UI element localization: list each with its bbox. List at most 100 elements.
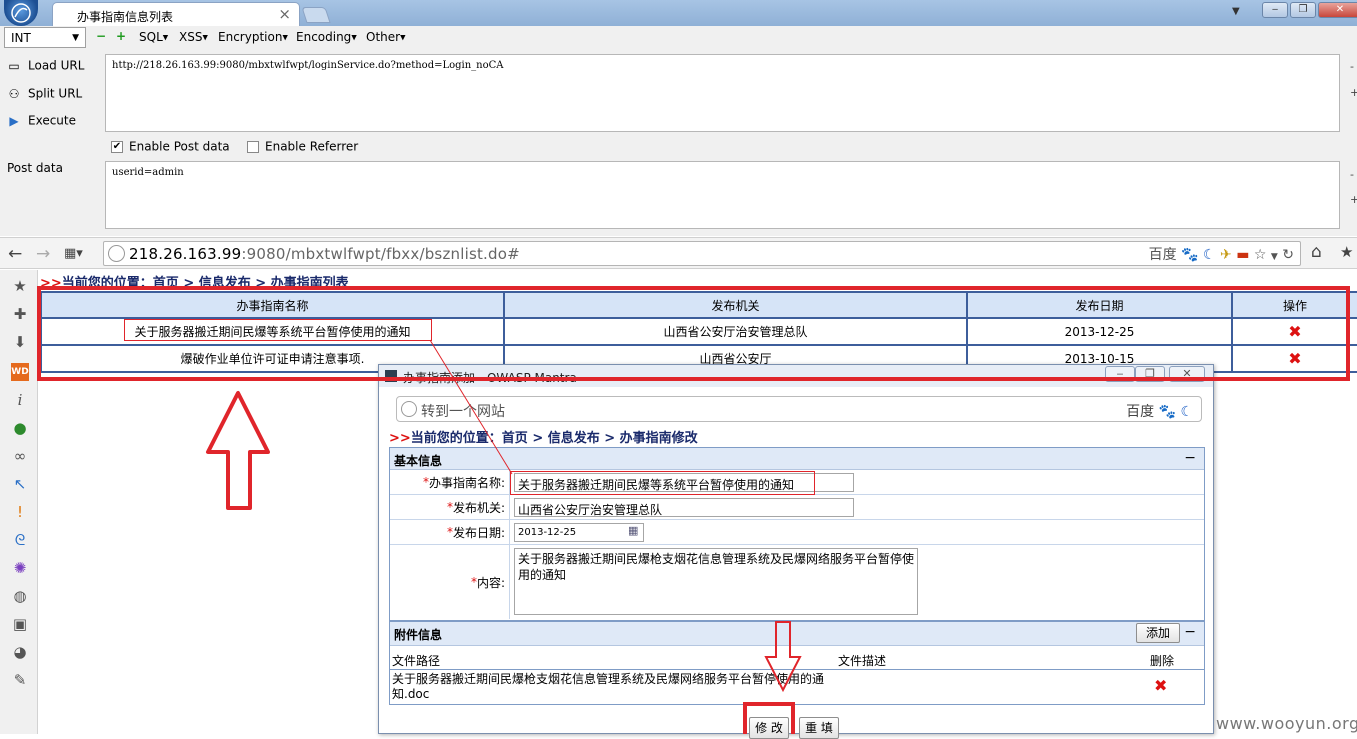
post-data-textarea[interactable]: userid=admin (105, 161, 1340, 229)
tab-list-chevron-icon[interactable]: ▼ (1232, 6, 1240, 17)
apps-grid-icon[interactable]: ▦▾ (64, 246, 83, 261)
attachment-header: 附件信息 添加 − (390, 622, 1204, 646)
star-icon[interactable]: ★ (11, 277, 29, 295)
menu-encryption[interactable]: Encryption▼ (218, 30, 288, 44)
tab-active[interactable]: 办事指南信息列表 × (52, 2, 300, 26)
enable-referrer-checkbox[interactable]: Enable Referrer (247, 139, 358, 154)
menu-sql[interactable]: SQL▼ (139, 30, 168, 44)
paw-icon[interactable]: 🐾 (1159, 404, 1176, 420)
content-textarea[interactable]: 关于服务器搬迁期间民爆枪支烟花信息管理系统及民爆网络服务平台暂停使用的通知 (514, 548, 918, 615)
popup-address-tools: 百度 🐾 ☾ (1126, 401, 1193, 421)
star-bookmark-icon[interactable]: ☆ (1254, 247, 1267, 263)
forward-arrow-icon[interactable]: → (36, 244, 50, 264)
load-url-icon: ▭ (8, 58, 20, 73)
url-side-handle[interactable]: - (1350, 60, 1354, 73)
new-tab-button[interactable] (301, 7, 331, 23)
globe-icon (108, 245, 125, 262)
bookmark-star-icon[interactable]: ★ (1340, 243, 1353, 261)
attachment-row: 关于服务器搬迁期间民爆枪支烟花信息管理系统及民爆网络服务平台暂停使用的通知.do… (390, 670, 1204, 704)
date-input[interactable]: 2013-12-25 (514, 523, 644, 542)
brush-icon[interactable]: ✎ (11, 671, 29, 689)
content-label-text: 内容: (476, 575, 505, 590)
plugin-icon[interactable]: ✈ (1220, 247, 1232, 263)
collapse-icon[interactable]: − (1184, 624, 1196, 640)
cursor-icon[interactable]: ↖ (11, 475, 29, 493)
basic-info-header: 基本信息 − (390, 448, 1204, 470)
mantra-logo-icon[interactable] (4, 0, 38, 26)
load-url-button[interactable]: ▭ Load URL (6, 58, 84, 73)
search-engine-label[interactable]: 百度 (1149, 247, 1177, 263)
firebug-icon[interactable]: ● (11, 419, 29, 437)
moon-icon[interactable]: ☾ (1180, 404, 1193, 420)
browser-titlebar: 办事指南信息列表 × ▼ ‒ ❐ ✕ (0, 0, 1357, 26)
execute-label: Execute (28, 113, 76, 128)
execute-icon: ▶ (9, 113, 19, 128)
menu-xss[interactable]: XSS▼ (179, 30, 208, 44)
add-attachment-button[interactable]: 添加 (1136, 623, 1180, 643)
basic-info-title: 基本信息 (394, 454, 443, 468)
close-window-button[interactable]: ✕ (1318, 2, 1357, 18)
warning-icon[interactable]: ! (11, 503, 29, 521)
globe-icon (401, 401, 417, 417)
split-url-label: Split URL (28, 86, 83, 101)
reset-button[interactable]: 重 填 (799, 717, 839, 739)
extension-sidebar: ★ ✚ ⬇ WD i ● ∞ ↖ ! ᘓ ✺ ◍ ▣ ◕ ✎ (0, 270, 38, 734)
collapse-icon[interactable]: − (1184, 450, 1196, 466)
highlight-submit-box (743, 702, 795, 734)
org-label: * 发布机关: (390, 495, 510, 519)
post-side-handle-plus[interactable]: + (1350, 193, 1357, 206)
minimize-button[interactable]: ‒ (1262, 2, 1288, 18)
puzzle-icon[interactable]: ✚ (11, 305, 29, 323)
execute-button[interactable]: ▶ Execute (6, 113, 76, 128)
home-icon[interactable]: ⌂ (1311, 242, 1322, 262)
globe-icon[interactable]: ◕ (11, 643, 29, 661)
info-icon[interactable]: i (11, 391, 29, 409)
name-label: * 办事指南名称: (390, 470, 510, 494)
breadcrumb-prefix: >> (389, 431, 411, 446)
chevron-down-icon[interactable]: ▼ (1271, 252, 1278, 262)
url-path: :9080/mbxtwlfwpt/fbxx/bsznlist.do# (241, 245, 520, 263)
menu-other[interactable]: Other▼ (366, 30, 405, 44)
moon-icon[interactable]: ☾ (1203, 247, 1216, 263)
link-icon[interactable]: ∞ (11, 447, 29, 465)
empty-checkbox-icon (247, 140, 259, 153)
menu-encoding[interactable]: Encoding▼ (296, 30, 357, 44)
address-url[interactable]: 218.26.163.99:9080/mbxtwlfwpt/fbxx/bsznl… (129, 245, 520, 263)
address-bar[interactable]: 218.26.163.99:9080/mbxtwlfwpt/fbxx/bsznl… (103, 241, 1301, 266)
gear-icon[interactable]: ✺ (11, 559, 29, 577)
org-input[interactable]: 山西省公安厅治安管理总队 (514, 498, 854, 517)
delete-attachment-icon[interactable]: ✖ (1154, 676, 1167, 695)
enable-post-checkbox[interactable]: ✔ Enable Post data (111, 139, 230, 154)
attachment-title: 附件信息 (394, 628, 443, 642)
menu-encryption-label: Encryption (218, 30, 283, 44)
field-row-date: * 发布日期: 2013-12-25 ▦ (390, 520, 1204, 545)
palette-icon[interactable]: ◍ (11, 587, 29, 605)
paw-icon[interactable]: 🐾 (1181, 247, 1198, 263)
maximize-button[interactable]: ❐ (1290, 2, 1316, 18)
attachment-columns: 文件路径 文件描述 删除 (390, 646, 1204, 670)
tab-close-icon[interactable]: × (278, 5, 291, 23)
back-arrow-icon[interactable]: ← (8, 244, 22, 264)
web-developer-icon[interactable]: WD (11, 363, 29, 381)
type-select[interactable]: INT ▼ (4, 27, 86, 48)
reload-icon[interactable]: ↻ (1282, 247, 1294, 263)
field-row-content: * 内容: 关于服务器搬迁期间民爆枪支烟花信息管理系统及民爆网络服务平台暂停使用的… (390, 545, 1204, 619)
flag-icon[interactable]: ▬ (1236, 247, 1249, 263)
type-select-value: INT (11, 31, 31, 45)
url-textarea[interactable]: http://218.26.163.99:9080/mbxtwlfwpt/log… (105, 54, 1340, 132)
download-arrow-icon[interactable]: ⬇ (11, 333, 29, 351)
popup-window: 办事指南添加 - OWASP Mantra ‒ ❐ ✕ 转到一个网站 百度 🐾 … (378, 364, 1214, 739)
swirl-icon[interactable]: ᘓ (11, 531, 29, 549)
url-side-handle-plus[interactable]: + (1350, 86, 1357, 99)
content-label: * 内容: (390, 545, 510, 619)
decrease-icon[interactable]: − (96, 30, 106, 42)
popup-address-bar[interactable]: 转到一个网站 百度 🐾 ☾ (396, 396, 1202, 422)
calendar-icon[interactable]: ▦ (628, 524, 638, 537)
split-url-button[interactable]: ⚇ Split URL (6, 86, 83, 101)
search-engine-label[interactable]: 百度 (1126, 404, 1154, 420)
increase-icon[interactable]: + (116, 30, 126, 42)
post-side-handle[interactable]: - (1350, 168, 1354, 181)
layout-icon[interactable]: ▣ (11, 615, 29, 633)
chevron-down-icon: ▼ (72, 33, 79, 43)
breadcrumb-text[interactable]: 当前您的位置：首页 > 信息发布 > 办事指南修改 (411, 431, 698, 446)
